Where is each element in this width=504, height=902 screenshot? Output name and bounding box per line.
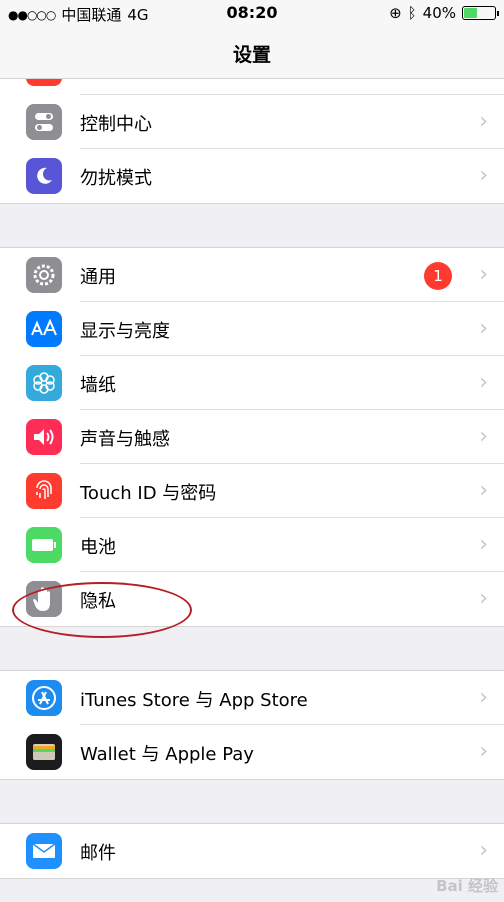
display-brightness-icon <box>26 311 62 347</box>
control-center-icon <box>26 104 62 140</box>
chevron-right-icon: › <box>479 109 488 134</box>
chevron-right-icon: › <box>479 370 488 395</box>
row-label: 声音与触感 <box>80 429 170 450</box>
settings-list[interactable]: 通知 › 控制中心 › 勿扰模式 › 通用 1 <box>0 40 504 879</box>
row-label: 邮件 <box>80 843 116 864</box>
row-label: 显示与亮度 <box>80 321 170 342</box>
wallet-icon <box>26 734 62 770</box>
settings-row-wallpaper[interactable]: 墙纸 › <box>0 356 504 410</box>
chevron-right-icon: › <box>479 532 488 557</box>
settings-row-control-center[interactable]: 控制中心 › <box>0 95 504 149</box>
battery-indicator-icon <box>462 6 499 20</box>
chevron-right-icon: › <box>479 316 488 341</box>
chevron-right-icon: › <box>479 586 488 611</box>
settings-group-4: 邮件 › <box>0 823 504 879</box>
battery-icon <box>26 527 62 563</box>
settings-row-privacy[interactable]: 隐私 › <box>0 572 504 626</box>
settings-row-battery[interactable]: 电池 › <box>0 518 504 572</box>
row-label: 隐私 <box>80 591 116 612</box>
wallpaper-flower-icon <box>26 365 62 401</box>
row-label: 通用 <box>80 267 116 288</box>
battery-percent: 40% <box>422 4 456 22</box>
chevron-right-icon: › <box>479 478 488 503</box>
settings-row-general[interactable]: 通用 1 › <box>0 248 504 302</box>
row-label: 墙纸 <box>80 375 116 396</box>
status-right: ⊕ ᛒ 40% <box>389 4 499 22</box>
settings-group-2: 通用 1 › 显示与亮度 › 墙纸 › 声音与触感 › Touch ID 与密码… <box>0 247 504 627</box>
row-label: 控制中心 <box>80 114 152 135</box>
chevron-right-icon: › <box>479 262 488 287</box>
mail-icon <box>26 833 62 869</box>
settings-row-display-brightness[interactable]: 显示与亮度 › <box>0 302 504 356</box>
row-label: 勿扰模式 <box>80 168 152 189</box>
row-label: Wallet 与 Apple Pay <box>80 744 254 765</box>
speaker-icon <box>26 419 62 455</box>
settings-row-sounds-haptics[interactable]: 声音与触感 › <box>0 410 504 464</box>
notification-badge: 1 <box>424 262 452 290</box>
settings-group-3: iTunes Store 与 App Store › Wallet 与 Appl… <box>0 670 504 780</box>
chevron-right-icon: › <box>479 424 488 449</box>
app-store-icon <box>26 680 62 716</box>
settings-row-wallet-apple-pay[interactable]: Wallet 与 Apple Pay › <box>0 725 504 779</box>
settings-row-itunes-app-store[interactable]: iTunes Store 与 App Store › <box>0 671 504 725</box>
bluetooth-icon: ᛒ <box>407 4 417 22</box>
status-bar: ●●○○○ 中国联通 4G 08:20 ⊕ ᛒ 40% <box>0 0 504 26</box>
row-label: Touch ID 与密码 <box>80 483 217 504</box>
row-label: 电池 <box>80 537 116 558</box>
chevron-right-icon: › <box>479 739 488 764</box>
rotation-lock-icon: ⊕ <box>389 4 402 22</box>
navigation-bar: 设置 <box>0 26 504 79</box>
hand-icon <box>26 581 62 617</box>
moon-icon <box>26 158 62 194</box>
watermark: Bai 经验 <box>436 877 498 895</box>
gear-icon <box>26 257 62 293</box>
settings-row-touch-id-passcode[interactable]: Touch ID 与密码 › <box>0 464 504 518</box>
battery-fill <box>464 8 477 18</box>
settings-row-do-not-disturb[interactable]: 勿扰模式 › <box>0 149 504 203</box>
chevron-right-icon: › <box>479 838 488 863</box>
row-label: iTunes Store 与 App Store <box>80 690 308 711</box>
chevron-right-icon: › <box>479 163 488 188</box>
settings-row-mail[interactable]: 邮件 › <box>0 824 504 878</box>
chevron-right-icon: › <box>479 685 488 710</box>
page-title: 设置 <box>232 44 271 66</box>
fingerprint-icon <box>26 473 62 509</box>
